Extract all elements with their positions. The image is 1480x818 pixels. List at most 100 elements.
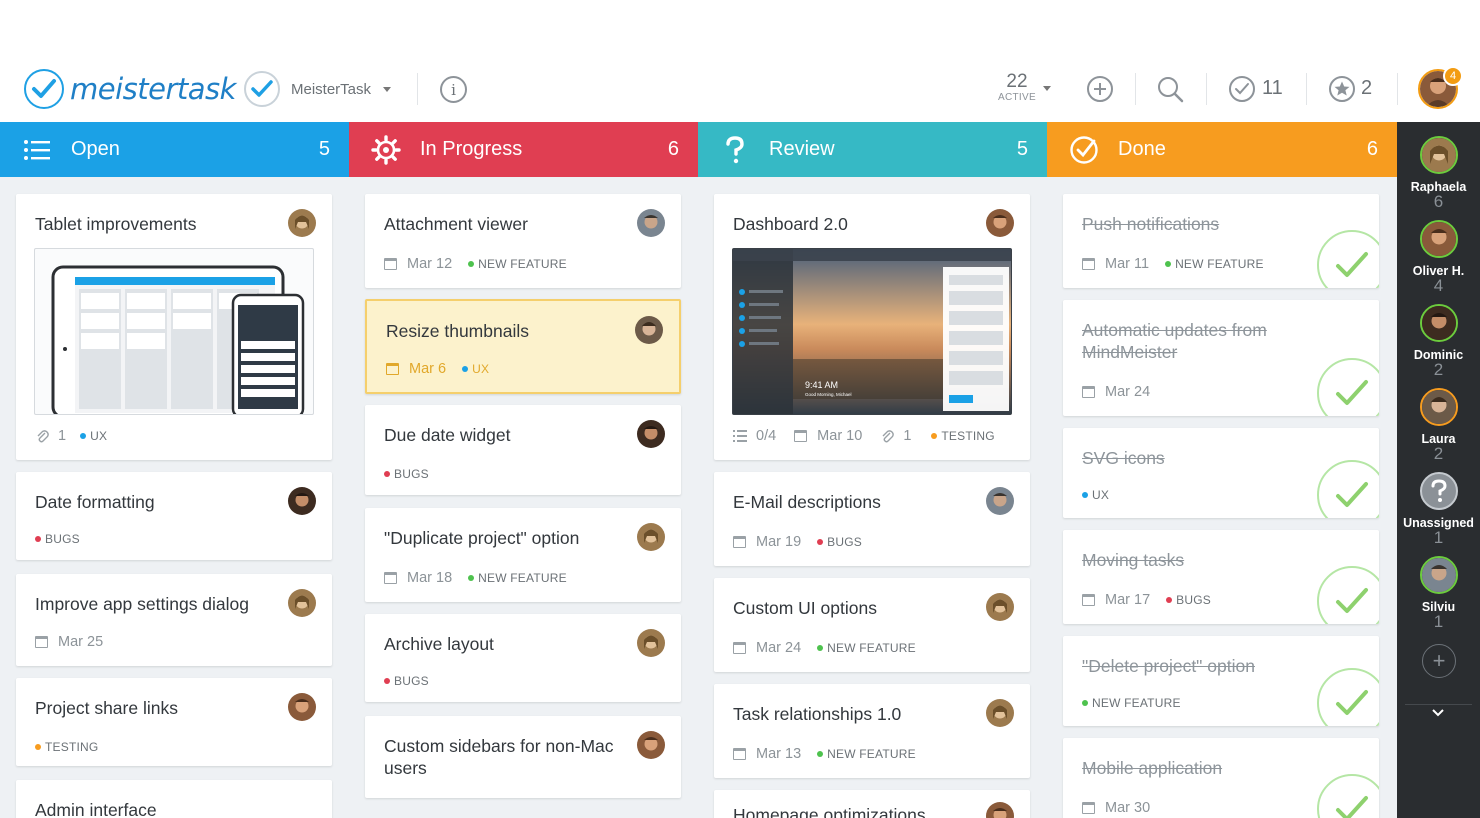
sidebar-user-unassigned[interactable]: Unassigned 1: [1397, 472, 1480, 546]
card-title: SVG icons: [1082, 448, 1165, 468]
avatar: [637, 731, 665, 759]
avatar: [1419, 388, 1458, 426]
card-title: Automatic updates from MindMeister: [1082, 320, 1267, 362]
my-tasks-check-icon[interactable]: [1228, 75, 1256, 103]
task-card[interactable]: Task relationships 1.0 Mar 13 NEW FEATUR…: [714, 684, 1030, 778]
task-card[interactable]: Dashboard 2.0 9:41 AM Good Morning, Mich…: [714, 194, 1030, 460]
column-header[interactable]: In Progress 6: [349, 122, 698, 177]
question-icon: [720, 135, 750, 165]
completed-check-icon[interactable]: [1317, 460, 1379, 518]
task-card[interactable]: Date formatting BUGS: [16, 472, 332, 560]
chevron-down-icon[interactable]: [1043, 86, 1051, 91]
chevron-down-icon[interactable]: [1428, 705, 1448, 721]
task-card[interactable]: "Duplicate project" option Mar 18 NEW FE…: [365, 508, 681, 602]
task-card[interactable]: Due date widget BUGS: [365, 405, 681, 495]
tag-label: NEW FEATURE: [1175, 257, 1264, 271]
sidebar-user-count: 2: [1433, 360, 1444, 379]
tag-ux: UX: [80, 429, 107, 443]
calendar-icon: [733, 642, 746, 654]
paperclip-icon: [35, 429, 49, 443]
tag-ux: UX: [462, 362, 489, 376]
calendar-icon: [384, 258, 397, 270]
tag-new-feature: NEW FEATURE: [817, 641, 916, 655]
active-tasks-filter[interactable]: 22 ACTIVE: [995, 72, 1039, 104]
card-meta: 0/4 Mar 10 1 TESTING: [733, 428, 995, 444]
card-meta: Mar 24 NEW FEATURE: [733, 640, 916, 656]
add-member-icon[interactable]: +: [1422, 644, 1456, 678]
column-header[interactable]: Done 6: [1047, 122, 1397, 177]
sidebar-user-count: 2: [1433, 444, 1444, 463]
calendar-icon: [794, 430, 808, 442]
add-task-icon[interactable]: [1086, 75, 1114, 103]
column-in-progress: In Progress 6 Attachment viewer Mar 12 N…: [349, 122, 698, 818]
info-icon[interactable]: i: [440, 76, 467, 103]
completed-check-icon[interactable]: [1317, 668, 1379, 726]
card-title: E-Mail descriptions: [733, 492, 881, 512]
divider: [1135, 73, 1136, 105]
sidebar-user[interactable]: Laura 2: [1397, 388, 1480, 462]
tag-label: NEW FEATURE: [1092, 696, 1181, 710]
project-selector[interactable]: MeisterTask: [244, 71, 392, 107]
column-header[interactable]: Open 5: [0, 122, 349, 177]
attachment-thumbnail[interactable]: 9:41 AM Good Morning, Michael: [732, 248, 1012, 415]
task-card[interactable]: SVG icons UX: [1063, 428, 1379, 518]
sidebar-user-count: 1: [1433, 612, 1444, 631]
card-title: Dashboard 2.0: [733, 214, 848, 234]
tag-label: UX: [1092, 488, 1110, 502]
card-meta: TESTING: [35, 740, 98, 754]
paperclip-icon: [880, 429, 895, 443]
checklist-icon: [733, 430, 747, 442]
checked-count: 11: [1262, 77, 1283, 99]
sidebar-user[interactable]: Oliver H. 4: [1397, 220, 1480, 294]
card-title: Project share links: [35, 698, 178, 718]
task-card[interactable]: Push notifications Mar 11 NEW FEATURE: [1063, 194, 1379, 288]
card-meta: Mar 18 NEW FEATURE: [384, 570, 567, 586]
task-card[interactable]: Custom UI options Mar 24 NEW FEATURE: [714, 578, 1030, 672]
card-meta: BUGS: [35, 532, 80, 546]
due-date: Mar 19: [756, 534, 802, 550]
task-card[interactable]: Project share links TESTING: [16, 678, 332, 766]
column-title: Done: [1118, 138, 1166, 160]
task-card[interactable]: "Delete project" option NEW FEATURE: [1063, 636, 1379, 726]
task-card[interactable]: Homepage optimizations: [714, 790, 1030, 818]
completed-check-icon[interactable]: [1317, 774, 1379, 818]
task-card[interactable]: Attachment viewer Mar 12 NEW FEATURE: [365, 194, 681, 288]
task-card[interactable]: E-Mail descriptions Mar 19 BUGS: [714, 472, 1030, 566]
due-date: Mar 11: [1105, 256, 1150, 272]
card-title: Homepage optimizations: [733, 805, 926, 818]
sidebar-user[interactable]: Dominic 2: [1397, 304, 1480, 378]
task-card[interactable]: Automatic updates from MindMeister Mar 2…: [1063, 300, 1379, 416]
tag-new-feature: NEW FEATURE: [817, 747, 916, 761]
thumbnail-greeting: Good Morning, Michael: [805, 392, 852, 397]
task-card[interactable]: Mobile application Mar 30: [1063, 738, 1379, 818]
completed-check-icon[interactable]: [1317, 230, 1379, 288]
task-card[interactable]: Tablet improvements 1 UX: [16, 194, 332, 460]
tag-label: BUGS: [394, 674, 429, 688]
sidebar-user[interactable]: Silviu 1: [1397, 556, 1480, 630]
task-card[interactable]: Custom sidebars for non-Mac users: [365, 716, 681, 798]
app-logo[interactable]: meistertask: [24, 69, 236, 109]
task-card[interactable]: Moving tasks Mar 17 BUGS: [1063, 530, 1379, 624]
completed-check-icon[interactable]: [1317, 566, 1379, 624]
attachment-thumbnail[interactable]: [34, 248, 314, 415]
card-title: "Delete project" option: [1082, 656, 1255, 676]
question-icon: [1419, 472, 1458, 510]
calendar-icon: [386, 363, 399, 375]
due-date: Mar 18: [407, 570, 453, 586]
column-header[interactable]: Review 5: [698, 122, 1047, 177]
task-card-selected[interactable]: Resize thumbnails Mar 6 UX: [365, 299, 681, 394]
checklist-progress: 0/4: [756, 428, 777, 444]
avatar: [288, 487, 316, 515]
search-icon[interactable]: [1156, 75, 1184, 103]
task-card[interactable]: Archive layout BUGS: [365, 614, 681, 702]
completed-check-icon[interactable]: [1317, 358, 1379, 416]
task-card[interactable]: Admin interface: [16, 780, 332, 818]
sidebar-user[interactable]: Raphaela 6: [1397, 136, 1480, 210]
card-title: Custom UI options: [733, 598, 877, 618]
avatar: [986, 802, 1014, 818]
tag-bugs: BUGS: [817, 535, 862, 549]
tag-label: UX: [90, 429, 108, 443]
task-card[interactable]: Improve app settings dialog Mar 25: [16, 574, 332, 666]
star-icon[interactable]: [1328, 75, 1356, 103]
logo-check-icon: [24, 69, 64, 109]
